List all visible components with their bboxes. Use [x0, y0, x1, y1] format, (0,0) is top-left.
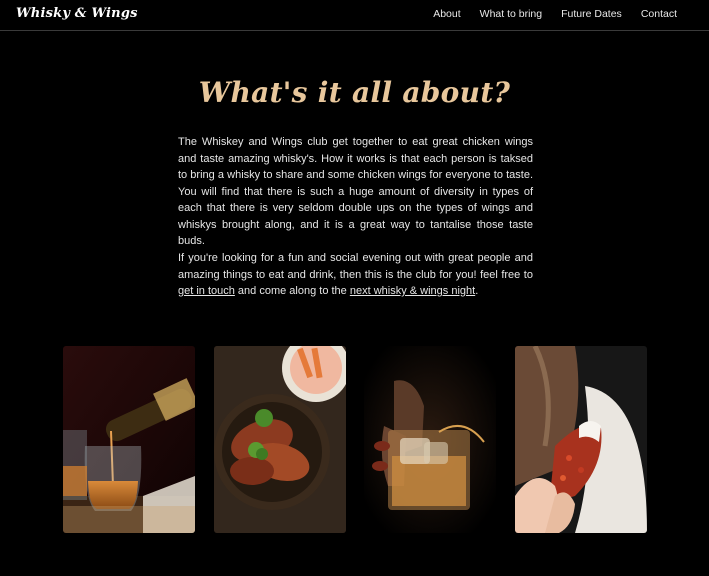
nav-about[interactable]: About [433, 8, 460, 20]
page-heading: What's it all about? [198, 76, 511, 109]
invite-paragraph: If you're looking for a fun and social e… [178, 250, 533, 300]
chicken-wings-bowl-photo [214, 346, 346, 533]
wing-dip-photo [515, 346, 647, 533]
whisky-pour-photo [63, 346, 195, 533]
main-nav: About What to bring Future Dates Contact [414, 8, 677, 20]
invite-text-2: and come along to the [234, 285, 350, 297]
nav-what-to-bring[interactable]: What to bring [480, 8, 542, 20]
nav-future-dates[interactable]: Future Dates [561, 8, 622, 20]
whisky-glass-hand-photo [364, 346, 496, 533]
nav-contact[interactable]: Contact [641, 8, 677, 20]
invite-text-1: If you're looking for a fun and social e… [178, 252, 533, 281]
top-navbar: Whisky & Wings About What to bring Futur… [0, 0, 709, 31]
get-in-touch-link[interactable]: get in touch [178, 285, 235, 297]
brand-logo[interactable]: Whisky & Wings [16, 6, 138, 21]
invite-text-3: . [475, 285, 479, 297]
intro-paragraph: The Whiskey and Wings club get together … [178, 136, 533, 247]
next-night-link[interactable]: next whisky & wings night [350, 285, 475, 297]
